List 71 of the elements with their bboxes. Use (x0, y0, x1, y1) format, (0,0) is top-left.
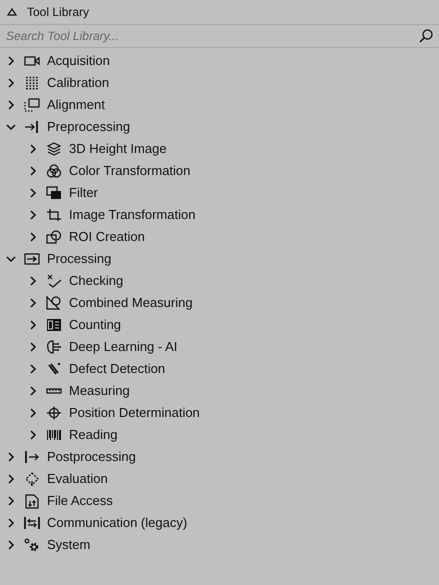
chevron-right-icon[interactable] (28, 342, 38, 352)
tree-item-label[interactable]: Alignment (47, 95, 105, 115)
chevron-right-icon[interactable] (28, 188, 38, 198)
tree-item-label[interactable]: Measuring (69, 381, 130, 401)
chevron-right-icon[interactable] (6, 100, 16, 110)
crop-icon (46, 208, 62, 222)
chevron-right-icon[interactable] (28, 364, 38, 374)
arrow-to-bar-icon (24, 120, 40, 134)
dot-grid-icon (24, 76, 40, 90)
tree-item-label[interactable]: Checking (69, 271, 124, 291)
scratch-icon (46, 362, 62, 376)
tree-item-label[interactable]: Color Transformation (69, 161, 190, 181)
cross-check-icon (46, 274, 62, 288)
tree-item-label[interactable]: Image Transformation (69, 205, 196, 225)
chevron-right-icon[interactable] (6, 56, 16, 66)
chevron-right-icon[interactable] (28, 210, 38, 220)
chevron-right-icon[interactable] (28, 430, 38, 440)
chevron-right-icon[interactable] (6, 496, 16, 506)
chevron-right-icon[interactable] (6, 474, 16, 484)
chevron-right-icon[interactable] (28, 320, 38, 330)
gears-icon (24, 538, 40, 552)
tree-item-label[interactable]: Preprocessing (47, 117, 130, 137)
panel-title: Tool Library (27, 4, 90, 21)
tree-item-label[interactable]: Communication (legacy) (47, 513, 188, 533)
camera-icon (24, 54, 40, 68)
search-icon[interactable] (419, 29, 433, 43)
chevron-right-icon[interactable] (28, 298, 38, 308)
exchange-arrows-icon (24, 516, 40, 530)
tree-item-label[interactable]: Defect Detection (69, 359, 166, 379)
chevron-right-icon[interactable] (28, 408, 38, 418)
tree-item-label[interactable]: Acquisition (47, 51, 110, 71)
alignment-icon (24, 98, 40, 112)
square-circle-icon (46, 230, 62, 244)
tree-item-label[interactable]: Deep Learning - AI (69, 337, 178, 357)
brain-network-icon (46, 340, 62, 354)
chevron-down-icon[interactable] (6, 254, 16, 264)
tree-item-label[interactable]: Postprocessing (47, 447, 136, 467)
layers-icon (46, 142, 62, 156)
tree-item-label[interactable]: Processing (47, 249, 112, 269)
diamond-arrows-icon (24, 472, 40, 486)
chevron-right-icon[interactable] (6, 78, 16, 88)
crosshair-icon (46, 406, 62, 420)
barcode-icon (46, 428, 62, 442)
tree-item-label[interactable]: Position Determination (69, 403, 200, 423)
tree-item-label[interactable]: File Access (47, 491, 113, 511)
stacked-windows-icon (46, 186, 62, 200)
tree-item-label[interactable]: Reading (69, 425, 118, 445)
protractor-icon (46, 296, 62, 310)
tree-item-label[interactable]: System (47, 535, 90, 555)
chevron-right-icon[interactable] (28, 232, 38, 242)
bar-arrow-icon (24, 450, 40, 464)
chevron-down-icon[interactable] (6, 122, 16, 132)
chevron-right-icon[interactable] (28, 386, 38, 396)
chevron-right-icon[interactable] (28, 144, 38, 154)
chevron-right-icon[interactable] (6, 518, 16, 528)
collapse-triangle-icon[interactable] (7, 8, 17, 16)
tree-item-label[interactable]: Combined Measuring (69, 293, 193, 313)
tree-item-label[interactable]: Counting (69, 315, 122, 335)
document-arrows-icon (24, 494, 40, 508)
tree-item-label[interactable]: Evaluation (47, 469, 108, 489)
chevron-right-icon[interactable] (6, 452, 16, 462)
chevron-right-icon[interactable] (28, 276, 38, 286)
overlapping-circles-icon (46, 164, 62, 178)
tree-item-label[interactable]: 3D Height Image (69, 139, 167, 159)
tree-item-label[interactable]: Calibration (47, 73, 110, 93)
tree-item-label[interactable]: Filter (69, 183, 98, 203)
chevron-right-icon[interactable] (28, 166, 38, 176)
tree-item-label[interactable]: ROI Creation (69, 227, 145, 247)
counter-icon (46, 318, 62, 332)
chevron-right-icon[interactable] (6, 540, 16, 550)
search-field[interactable]: Search Tool Library... (6, 27, 419, 45)
